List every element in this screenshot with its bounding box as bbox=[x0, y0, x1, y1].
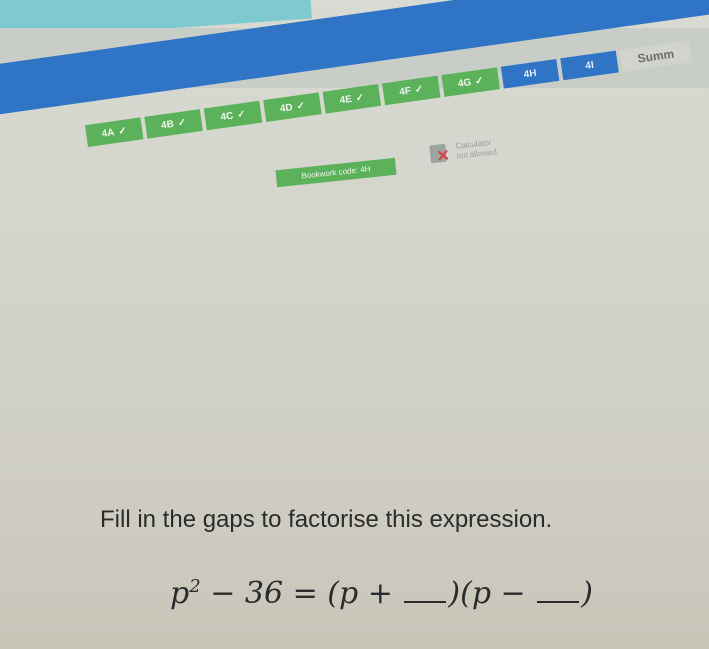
tab-label: 4B bbox=[160, 118, 175, 132]
check-icon: ✓ bbox=[236, 108, 247, 121]
check-icon: ✓ bbox=[295, 99, 306, 113]
tab-label: 4A bbox=[100, 126, 116, 140]
tab-label: Summ bbox=[636, 46, 676, 66]
equation-mid: )(p − bbox=[448, 576, 536, 611]
answer-gap-1[interactable] bbox=[404, 593, 447, 603]
check-icon: ✓ bbox=[474, 74, 485, 87]
tab-4c[interactable]: 4C ✓ bbox=[203, 100, 263, 131]
tab-label: 4C bbox=[219, 110, 234, 123]
answer-gap-2[interactable] bbox=[537, 593, 580, 603]
tab-4d[interactable]: 4D ✓ bbox=[263, 92, 322, 122]
check-icon: ✓ bbox=[354, 91, 365, 104]
tab-4b[interactable]: 4B ✓ bbox=[144, 109, 203, 139]
tab-label: 4G bbox=[457, 76, 472, 90]
calculator-status: ✕ Calculator not allowed bbox=[427, 136, 497, 166]
tab-label: 4I bbox=[584, 59, 595, 72]
check-icon: ✓ bbox=[177, 116, 187, 129]
equation-end: ) bbox=[581, 576, 593, 611]
equation-lhs: − 36 = (p + bbox=[210, 576, 403, 611]
check-icon: ✓ bbox=[117, 125, 128, 138]
tab-label: 4E bbox=[338, 93, 353, 106]
calculator-crossed-icon: ✕ bbox=[427, 141, 451, 166]
tab-label: 4F bbox=[398, 85, 412, 98]
tab-4a[interactable]: 4A ✓ bbox=[84, 117, 144, 147]
equation: p2 − 36 = (p + )(p − ) bbox=[170, 576, 593, 611]
equation-exponent: 2 bbox=[189, 576, 201, 597]
tab-label: 4H bbox=[522, 67, 538, 81]
calculator-text: Calculator not allowed bbox=[455, 137, 497, 161]
question-prompt: Fill in the gaps to factorise this expre… bbox=[100, 506, 553, 533]
equation-variable: p bbox=[170, 576, 190, 611]
tab-4e[interactable]: 4E ✓ bbox=[322, 84, 382, 114]
tab-label: 4D bbox=[279, 101, 294, 115]
check-icon: ✓ bbox=[414, 83, 424, 96]
bookwork-code-badge: Bookwork code: 4H bbox=[275, 157, 397, 188]
